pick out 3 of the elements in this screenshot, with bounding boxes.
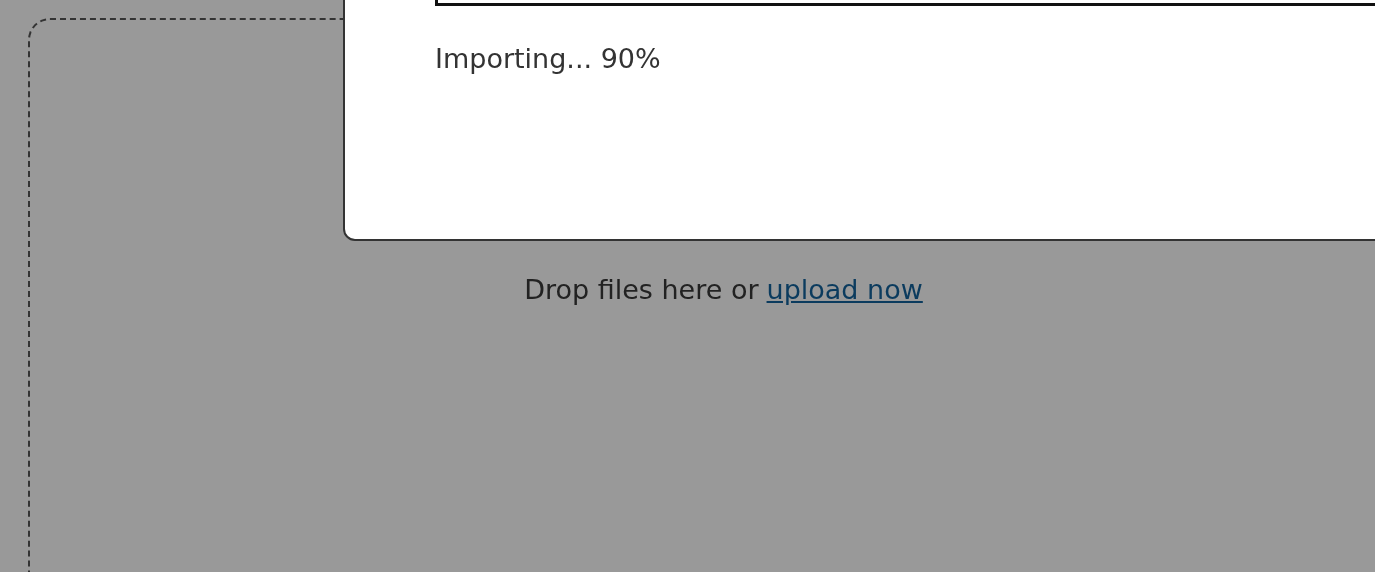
- import-status: Importing... 90%: [435, 43, 662, 74]
- drop-prompt: Drop files here or: [524, 274, 759, 305]
- upload-link[interactable]: upload now: [766, 274, 923, 305]
